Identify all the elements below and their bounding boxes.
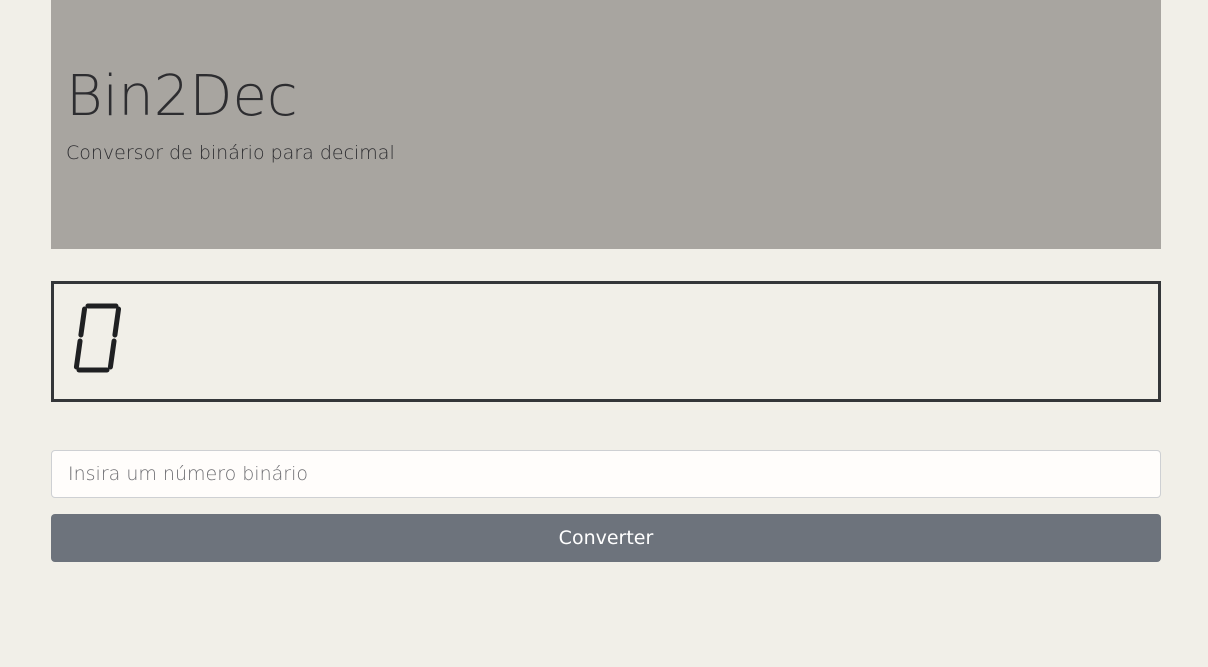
- binary-number-input[interactable]: [51, 450, 1161, 498]
- segment-top-right: [112, 306, 122, 338]
- segment-top-left: [78, 306, 88, 338]
- decimal-result-display: [51, 281, 1161, 402]
- page-title: Bin2Dec: [66, 64, 298, 129]
- hero-banner: Bin2Dec Conversor de binário para decima…: [51, 0, 1161, 249]
- page-subtitle: Conversor de binário para decimal: [66, 142, 395, 164]
- segment-bottom-left: [73, 338, 83, 370]
- convert-button[interactable]: Converter: [51, 514, 1161, 562]
- seven-segment-digit: [73, 303, 122, 373]
- segment-bottom-right: [107, 338, 117, 370]
